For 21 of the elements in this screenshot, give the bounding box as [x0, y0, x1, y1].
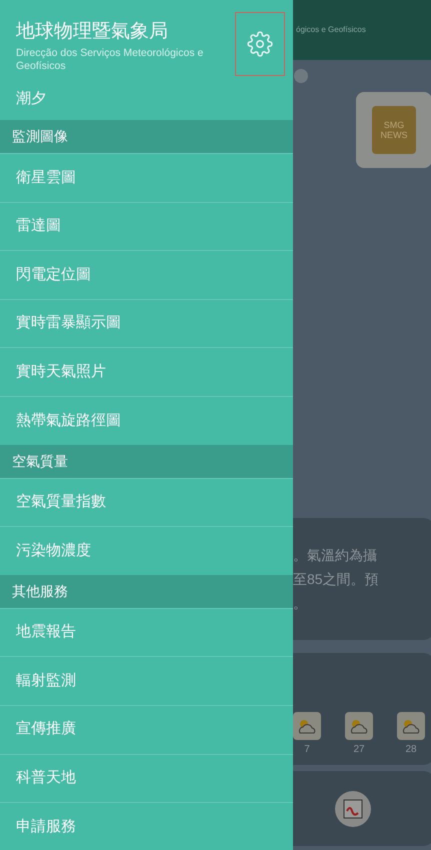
header-subtitle: ógicos e Geofísicos	[295, 24, 366, 36]
temperature-text: 27	[353, 743, 365, 757]
sun-cloud-icon	[345, 712, 373, 740]
section-header: 監測圖像	[0, 120, 293, 153]
sun-cloud-icon	[293, 712, 321, 740]
badge-text: NEWS	[380, 130, 408, 140]
settings-icon	[247, 31, 273, 57]
section-header: 其他服務	[0, 574, 293, 608]
settings-button[interactable]	[235, 12, 285, 76]
section-header: 空氣質量	[0, 444, 293, 478]
temperature-text: 28	[405, 743, 417, 757]
forecast-text: 。氣溫約為攝	[293, 546, 378, 565]
menu-item[interactable]: 潮夕	[0, 88, 293, 120]
calendar-icon	[335, 790, 371, 826]
temperature-text: 7	[304, 743, 310, 757]
drawer-subtitle: Direcção dos Serviços Meteorológicos e Geofísicos	[16, 47, 204, 73]
sun-cloud-icon	[397, 712, 425, 740]
forecast-text: 。	[293, 594, 308, 613]
badge-text: SMG	[384, 120, 404, 130]
forecast-text: 至85之間。預	[293, 570, 380, 589]
drawer-title: 地球物理暨氣象局	[16, 20, 169, 44]
